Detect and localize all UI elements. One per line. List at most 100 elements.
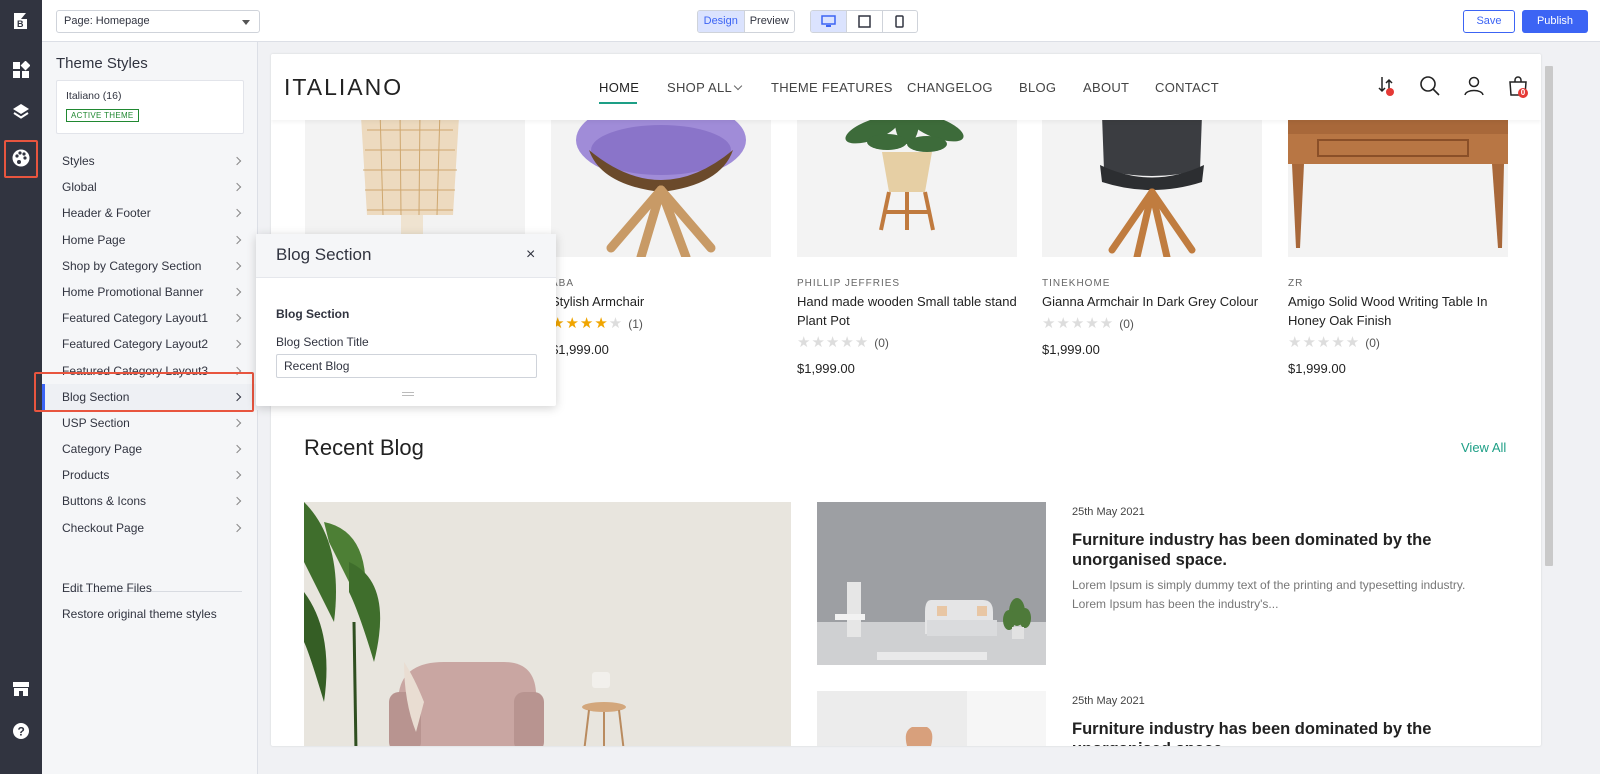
restore-theme-styles-link[interactable]: Restore original theme styles [62,607,217,621]
menu-item-label: Products [62,468,110,483]
menu-item-home-promotional-banner[interactable]: Home Promotional Banner [42,279,258,305]
menu-item-featured-category-layout2[interactable]: Featured Category Layout2 [42,331,258,357]
close-icon[interactable]: × [526,246,535,264]
product-name[interactable]: Gianna Armchair In Dark Grey Colour [1042,292,1272,311]
scrollbar-thumb[interactable] [1545,66,1553,566]
nav-about[interactable]: ABOUT [1083,80,1129,95]
chevron-right-icon [232,156,242,166]
blog-section-title: Recent Blog [304,435,424,460]
blog-post-date: 25th May 2021 [1072,695,1145,707]
layers-icon[interactable] [0,91,42,133]
chevron-right-icon [232,261,242,270]
nav-changelog[interactable]: CHANGELOG [907,80,993,95]
bigcommerce-logo-icon[interactable]: B [0,0,42,42]
product-image[interactable] [797,120,1017,257]
nav-active-underline [599,102,637,104]
chevron-right-icon [232,340,242,349]
compare-icon[interactable] [1374,74,1398,98]
page-select-value: Page: Homepage [64,15,150,27]
product-image[interactable] [1288,120,1508,257]
preview-mode-button[interactable]: Preview [745,11,794,32]
preview-scrollbar[interactable] [1543,54,1555,746]
chevron-down-icon [733,81,743,91]
chevron-right-icon [232,287,242,297]
product-brand: ZR [1288,278,1304,289]
dashboard-icon[interactable] [0,49,42,91]
drag-handle-icon[interactable] [402,392,414,396]
product-name[interactable]: Hand made wooden Small table stand Plant… [797,292,1027,330]
blog-post-title[interactable]: Furniture industry has been dominated by… [1072,530,1502,570]
menu-item-label: USP Section [62,415,130,430]
mobile-icon[interactable] [881,11,917,32]
design-mode-button[interactable]: Design [698,11,745,32]
chevron-right-icon [232,471,242,480]
menu-item-header-footer[interactable]: Header & Footer [42,200,258,226]
menu-item-usp-section[interactable]: USP Section [42,410,258,436]
nav-theme-features[interactable]: THEME FEATURES [771,80,893,95]
edit-theme-files-link[interactable]: Edit Theme Files [62,581,152,595]
publish-button[interactable]: Publish [1522,10,1588,33]
review-count: (0) [1365,336,1380,350]
menu-item-label: Shop by Category Section [62,258,202,273]
menu-item-global[interactable]: Global [42,174,258,200]
chevron-right-icon [232,313,242,323]
product-name[interactable]: Amigo Solid Wood Writing Table In Honey … [1288,292,1518,330]
menu-item-label: Home Page [62,232,126,247]
product-name[interactable]: Stylish Armchair [551,292,781,311]
tablet-icon[interactable] [846,11,881,32]
save-button[interactable]: Save [1463,10,1515,33]
nav-contact[interactable]: CONTACT [1155,80,1219,95]
product-image[interactable] [1042,120,1262,257]
top-toolbar: Page: Homepage Design Preview Save Publi… [42,0,1600,42]
active-theme-card: Italiano (16) ACTIVE THEME [56,80,244,134]
menu-item-category-page[interactable]: Category Page [42,436,258,462]
device-toggle [810,10,918,33]
menu-item-shop-by-category[interactable]: Shop by Category Section [42,253,258,279]
search-icon[interactable] [1418,74,1442,98]
desktop-icon[interactable] [811,11,847,32]
cart-icon[interactable]: 0 [1506,74,1530,98]
page-select[interactable]: Page: Homepage [56,10,260,33]
blog-post-image[interactable] [817,502,1046,665]
blog-section-title-input[interactable] [276,354,537,378]
chevron-right-icon [232,209,242,218]
blog-featured-image[interactable] [304,502,791,746]
chevron-right-icon [232,418,242,428]
nav-shop-all[interactable]: SHOP ALL [667,80,732,95]
menu-item-label: Featured Category Layout2 [62,337,209,352]
menu-item-styles[interactable]: Styles [42,148,258,174]
blog-post-title[interactable]: Furniture industry has been dominated by… [1072,719,1502,746]
view-all-link[interactable]: View All [1461,440,1506,455]
menu-item-featured-category-layout1[interactable]: Featured Category Layout1 [42,305,258,331]
product-image[interactable] [551,120,771,257]
product-rating: ★★★★★ (1) [551,315,643,332]
site-logo[interactable]: ITALIANO [284,74,403,101]
account-icon[interactable] [1462,74,1486,98]
menu-item-home-page[interactable]: Home Page [42,227,258,253]
help-icon[interactable]: ? [0,710,42,752]
menu-item-label: Buttons & Icons [62,494,147,509]
menu-item-buttons-icons[interactable]: Buttons & Icons [42,488,258,514]
mode-toggle: Design Preview [697,10,795,33]
menu-item-checkout-page[interactable]: Checkout Page [42,515,258,541]
popover-header: Blog Section × [256,234,556,278]
review-count: (0) [1119,317,1134,331]
product-price: $1,999.00 [551,342,609,357]
storefront-icon[interactable] [0,668,42,710]
blog-section-title-label: Blog Section Title [276,335,369,349]
theme-name: Italiano (16) [66,90,122,102]
palette-icon[interactable] [0,137,42,179]
product-price: $1,999.00 [797,361,855,376]
active-theme-badge: ACTIVE THEME [66,109,139,122]
product-price: $1,999.00 [1288,361,1346,376]
panel-title: Theme Styles [56,55,148,72]
menu-item-products[interactable]: Products [42,462,258,488]
nav-blog[interactable]: BLOG [1019,80,1056,95]
blog-post-image[interactable] [817,691,1046,746]
chevron-right-icon [232,497,242,506]
selected-item-highlight [34,372,254,412]
nav-home[interactable]: HOME [599,80,639,95]
product-price: $1,999.00 [1042,342,1100,357]
menu-item-label: Styles [62,154,95,168]
chevron-down-icon [242,20,250,25]
